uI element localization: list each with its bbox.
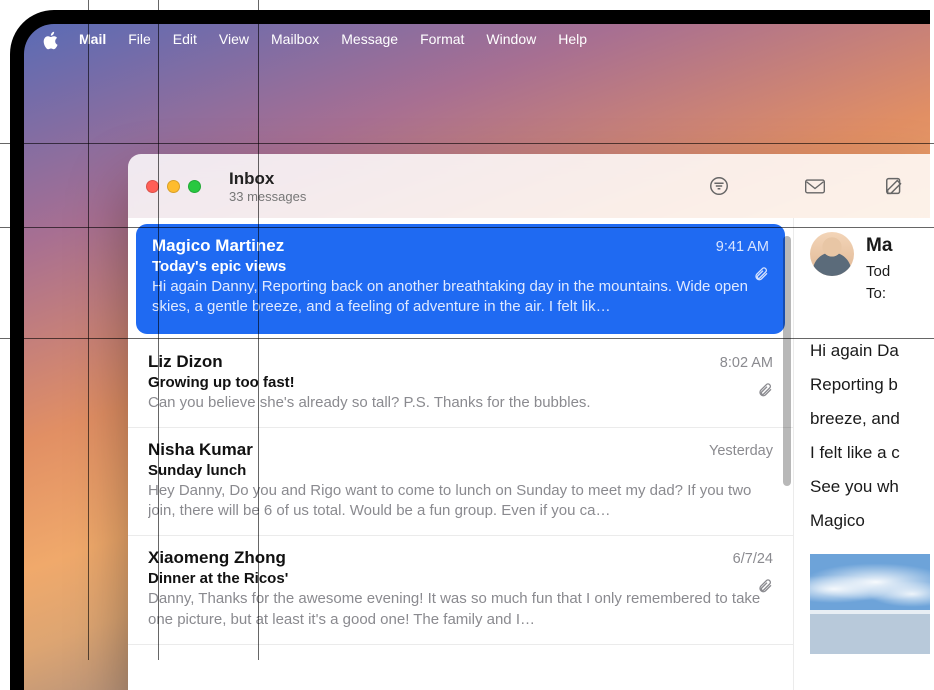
message-preview: Danny, Thanks for the awesome evening! I… [148, 589, 773, 630]
menu-format[interactable]: Format [409, 27, 475, 51]
apple-menu-icon[interactable] [42, 30, 60, 48]
message-preview: Hi again Danny, Reporting back on anothe… [152, 277, 769, 318]
app-name[interactable]: Mail [68, 27, 117, 51]
message-time: 8:02 AM [720, 355, 773, 371]
message-from: Nisha Kumar [148, 440, 253, 460]
attachment-icon [757, 382, 773, 398]
menu-file[interactable]: File [117, 27, 162, 51]
message-row[interactable]: Magico Martinez 9:41 AM Today's epic views… [136, 224, 785, 334]
avatar [810, 232, 854, 276]
message-preview: Hey Danny, Do you and Rigo want to come … [148, 481, 773, 522]
message-time: Yesterday [709, 443, 773, 459]
attachment-icon [753, 266, 769, 282]
mailbox-subtitle: 33 messages [229, 189, 306, 204]
message-row[interactable]: Liz Dizon 8:02 AM Growing up too fast! Can … [128, 340, 793, 428]
window-controls [146, 180, 201, 193]
menu-bar: Mail File Edit View Mailbox Message Form… [24, 24, 930, 54]
toolbar: Inbox 33 messages [128, 154, 930, 218]
reader-subject: Tod [866, 261, 892, 284]
mail-envelope-icon[interactable] [798, 172, 832, 200]
message-time: 6/7/24 [733, 551, 773, 567]
reader-to: To: [866, 283, 892, 306]
message-row[interactable]: Xiaomeng Zhong 6/7/24 Dinner at the Ricos'… [128, 536, 793, 645]
reader-body: Hi again DaReporting bbreeze, andI felt … [810, 334, 930, 538]
menu-view[interactable]: View [208, 27, 260, 51]
mail-window: Inbox 33 messages Magico Martinez [128, 154, 930, 690]
minimize-button[interactable] [167, 180, 180, 193]
menu-window[interactable]: Window [475, 27, 547, 51]
filter-button[interactable] [702, 172, 736, 200]
reader-from: Ma [866, 232, 892, 261]
message-subject: Growing up too fast! [148, 374, 773, 391]
message-subject: Dinner at the Ricos' [148, 570, 773, 587]
message-from: Magico Martinez [152, 236, 284, 256]
message-subject: Sunday lunch [148, 462, 773, 479]
compose-button[interactable] [878, 172, 912, 200]
reading-pane: Ma Tod To: Hi again DaReporting bbreeze,… [794, 218, 930, 690]
menu-edit[interactable]: Edit [162, 27, 208, 51]
message-list: Magico Martinez 9:41 AM Today's epic views… [128, 218, 794, 690]
menu-mailbox[interactable]: Mailbox [260, 27, 330, 51]
email-attachment-image [810, 554, 930, 654]
menu-message[interactable]: Message [330, 27, 409, 51]
message-preview: Can you believe she's already so tall? P… [148, 393, 773, 413]
close-button[interactable] [146, 180, 159, 193]
mailbox-title: Inbox [229, 169, 306, 189]
message-subject: Today's epic views [152, 258, 769, 275]
attachment-icon [757, 578, 773, 594]
message-from: Liz Dizon [148, 352, 223, 372]
message-from: Xiaomeng Zhong [148, 548, 286, 568]
scrollbar-thumb[interactable] [783, 236, 791, 486]
message-row[interactable]: Nisha Kumar Yesterday Sunday lunch Hey Dann… [128, 428, 793, 537]
menu-help[interactable]: Help [547, 27, 598, 51]
message-time: 9:41 AM [716, 239, 769, 255]
zoom-button[interactable] [188, 180, 201, 193]
